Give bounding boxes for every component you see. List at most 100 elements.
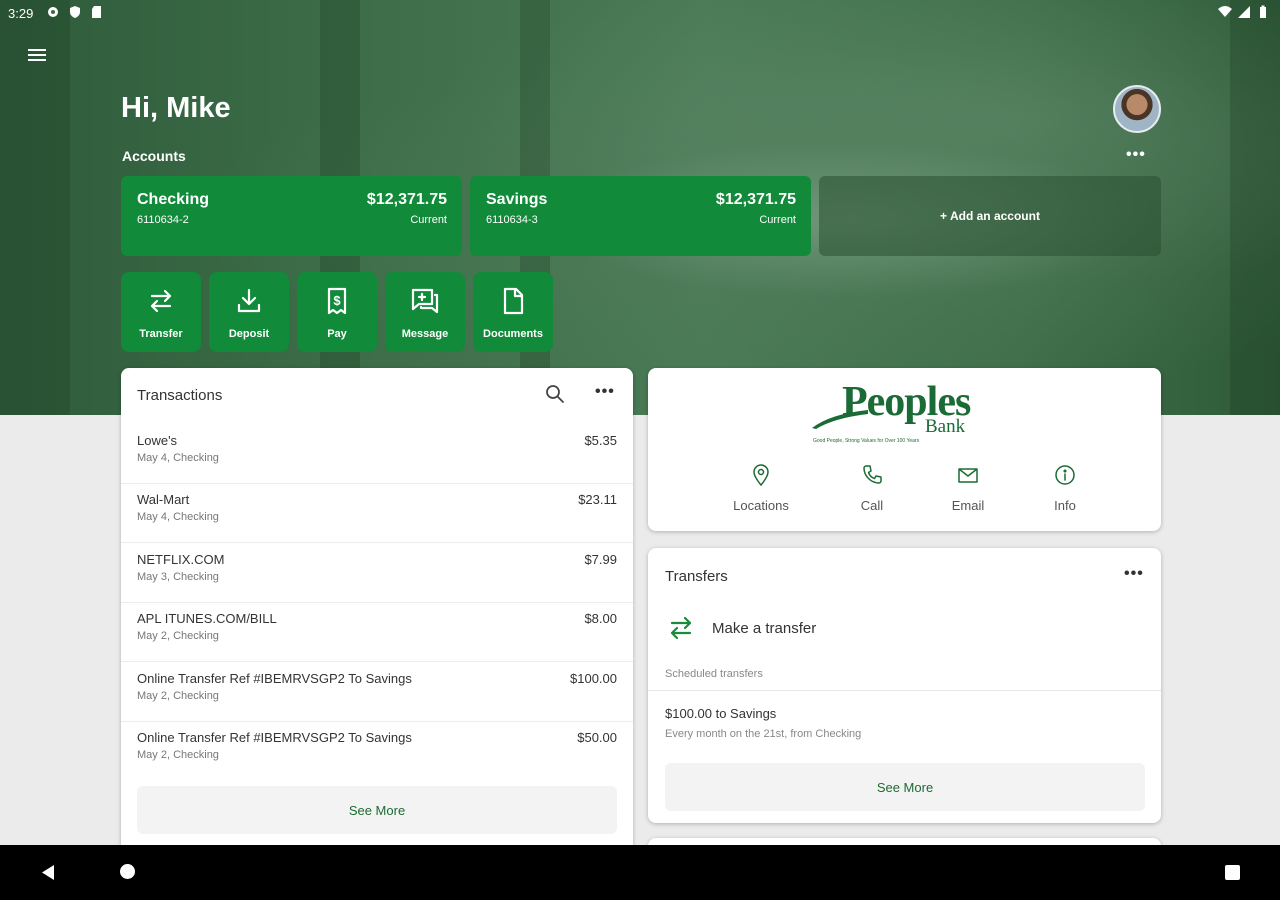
transaction-row[interactable]: APL ITUNES.COM/BILL May 2, Checking $8.0… xyxy=(121,602,633,662)
message-action-button[interactable]: Message xyxy=(385,272,465,352)
hamburger-menu-icon[interactable] xyxy=(26,46,48,68)
transaction-description: Online Transfer Ref #IBEMRVSGP2 To Savin… xyxy=(137,671,412,686)
transaction-amount: $50.00 xyxy=(577,730,617,745)
recent-apps-icon[interactable] xyxy=(1225,865,1240,880)
location-pin-icon xyxy=(753,464,769,486)
email-icon xyxy=(958,468,978,483)
action-label: Transfer xyxy=(139,328,183,340)
account-balance: $12,371.75 xyxy=(366,191,447,208)
transaction-row[interactable]: Wal-Mart May 4, Checking $23.11 xyxy=(121,483,633,543)
action-label: Message xyxy=(401,328,449,340)
divider xyxy=(648,690,1161,691)
greeting-title: Hi, Mike xyxy=(121,92,231,124)
transaction-description: NETFLIX.COM xyxy=(137,552,225,567)
download-icon xyxy=(237,288,261,313)
email-label: Email xyxy=(951,498,985,513)
shield-icon xyxy=(70,6,80,18)
transfer-action-button[interactable]: Transfer xyxy=(121,272,201,352)
message-icon xyxy=(411,288,439,314)
bank-info-card: Peoples Bank Good People, Strong Values … xyxy=(648,368,1161,531)
action-label: Deposit xyxy=(228,328,270,340)
transfers-more-icon[interactable]: ••• xyxy=(1124,565,1144,583)
documents-action-button[interactable]: Documents xyxy=(473,272,553,352)
transaction-row[interactable]: Lowe's May 4, Checking $5.35 xyxy=(121,424,633,484)
call-link[interactable]: Call xyxy=(827,464,917,513)
transaction-description: APL ITUNES.COM/BILL xyxy=(137,611,277,626)
transactions-more-icon[interactable]: ••• xyxy=(595,383,615,401)
account-status: Current xyxy=(759,214,796,226)
transfer-icon xyxy=(670,616,692,640)
back-icon[interactable] xyxy=(40,864,56,881)
info-label: Info xyxy=(1054,498,1076,513)
status-bar: 3:29 xyxy=(0,0,1280,26)
transfers-card: Transfers ••• Make a transfer Scheduled … xyxy=(648,548,1161,823)
peoples-bank-logo: Peoples Bank Good People, Strong Values … xyxy=(810,378,1000,450)
transaction-meta: May 4, Checking xyxy=(137,511,219,523)
accounts-label: Accounts xyxy=(122,148,186,164)
transaction-meta: May 3, Checking xyxy=(137,571,219,583)
hero-shade xyxy=(1230,0,1280,415)
transaction-amount: $23.11 xyxy=(578,492,617,507)
add-account-button[interactable]: + Add an account xyxy=(819,176,1161,256)
info-icon xyxy=(1055,465,1075,485)
document-icon xyxy=(503,287,524,315)
transfers-title: Transfers xyxy=(665,568,728,585)
deposit-action-button[interactable]: Deposit xyxy=(209,272,289,352)
transaction-amount: $100.00 xyxy=(570,671,617,686)
scheduled-transfer-frequency: Every month on the 21st, from Checking xyxy=(665,728,862,740)
transaction-description: Lowe's xyxy=(137,433,178,448)
logo-tagline: Good People, Strong Values for Over 100 … xyxy=(813,438,920,444)
transaction-amount: $8.00 xyxy=(584,611,617,626)
transaction-row[interactable]: Online Transfer Ref #IBEMRVSGP2 To Savin… xyxy=(121,721,633,781)
logo-sub-text: Bank xyxy=(925,416,966,437)
transaction-row[interactable]: Online Transfer Ref #IBEMRVSGP2 To Savin… xyxy=(121,662,633,722)
transaction-description: Wal-Mart xyxy=(137,492,190,507)
accounts-more-icon[interactable]: ••• xyxy=(1126,146,1146,164)
locations-link[interactable]: Locations xyxy=(716,464,806,513)
bill-icon: $ xyxy=(327,287,347,315)
settings-icon xyxy=(48,7,58,17)
transaction-meta: May 4, Checking xyxy=(137,452,219,464)
search-icon[interactable] xyxy=(545,384,565,404)
action-label: Documents xyxy=(483,328,543,340)
status-time: 3:29 xyxy=(8,6,34,21)
transactions-card: Transactions ••• Lowe's May 4, Checking … xyxy=(121,368,633,858)
signal-icon xyxy=(1238,6,1250,18)
transaction-row[interactable]: NETFLIX.COM May 3, Checking $7.99 xyxy=(121,543,633,603)
wifi-icon xyxy=(1218,6,1232,17)
account-status: Current xyxy=(410,214,447,226)
transaction-description: Online Transfer Ref #IBEMRVSGP2 To Savin… xyxy=(137,730,412,745)
pay-action-button[interactable]: $ Pay xyxy=(297,272,377,352)
email-link[interactable]: Email xyxy=(923,464,1013,513)
transfer-icon xyxy=(150,289,172,313)
make-transfer-button[interactable]: Make a transfer xyxy=(665,610,1145,646)
account-number: 6110634-3 xyxy=(486,214,538,226)
account-card-savings[interactable]: Savings 6110634-3 $12,371.75 Current xyxy=(470,176,811,256)
transactions-title: Transactions xyxy=(137,387,223,404)
system-navigation-bar xyxy=(0,845,1280,900)
account-card-checking[interactable]: Checking 6110634-2 $12,371.75 Current xyxy=(121,176,462,256)
transactions-see-more-button[interactable]: See More xyxy=(137,786,617,834)
account-name: Savings xyxy=(486,191,548,208)
transaction-meta: May 2, Checking xyxy=(137,690,219,702)
phone-icon xyxy=(863,465,882,484)
transaction-amount: $5.35 xyxy=(584,433,617,448)
scheduled-transfer-amount[interactable]: $100.00 to Savings xyxy=(665,706,776,721)
sd-card-icon xyxy=(92,6,101,18)
home-icon[interactable] xyxy=(120,864,135,879)
account-number: 6110634-2 xyxy=(137,214,189,226)
info-link[interactable]: Info xyxy=(1020,464,1110,513)
locations-label: Locations xyxy=(733,498,789,513)
account-balance: $12,371.75 xyxy=(715,191,796,208)
transaction-meta: May 2, Checking xyxy=(137,630,219,642)
transfers-see-more-button[interactable]: See More xyxy=(665,763,1145,811)
call-label: Call xyxy=(860,498,884,513)
action-label: Pay xyxy=(327,328,347,340)
avatar[interactable] xyxy=(1113,85,1161,133)
scheduled-transfers-label: Scheduled transfers xyxy=(665,668,763,680)
make-transfer-label: Make a transfer xyxy=(712,620,817,637)
svg-text:$: $ xyxy=(333,293,341,308)
transaction-meta: May 2, Checking xyxy=(137,749,219,761)
battery-icon xyxy=(1260,5,1266,18)
account-name: Checking xyxy=(137,191,210,208)
